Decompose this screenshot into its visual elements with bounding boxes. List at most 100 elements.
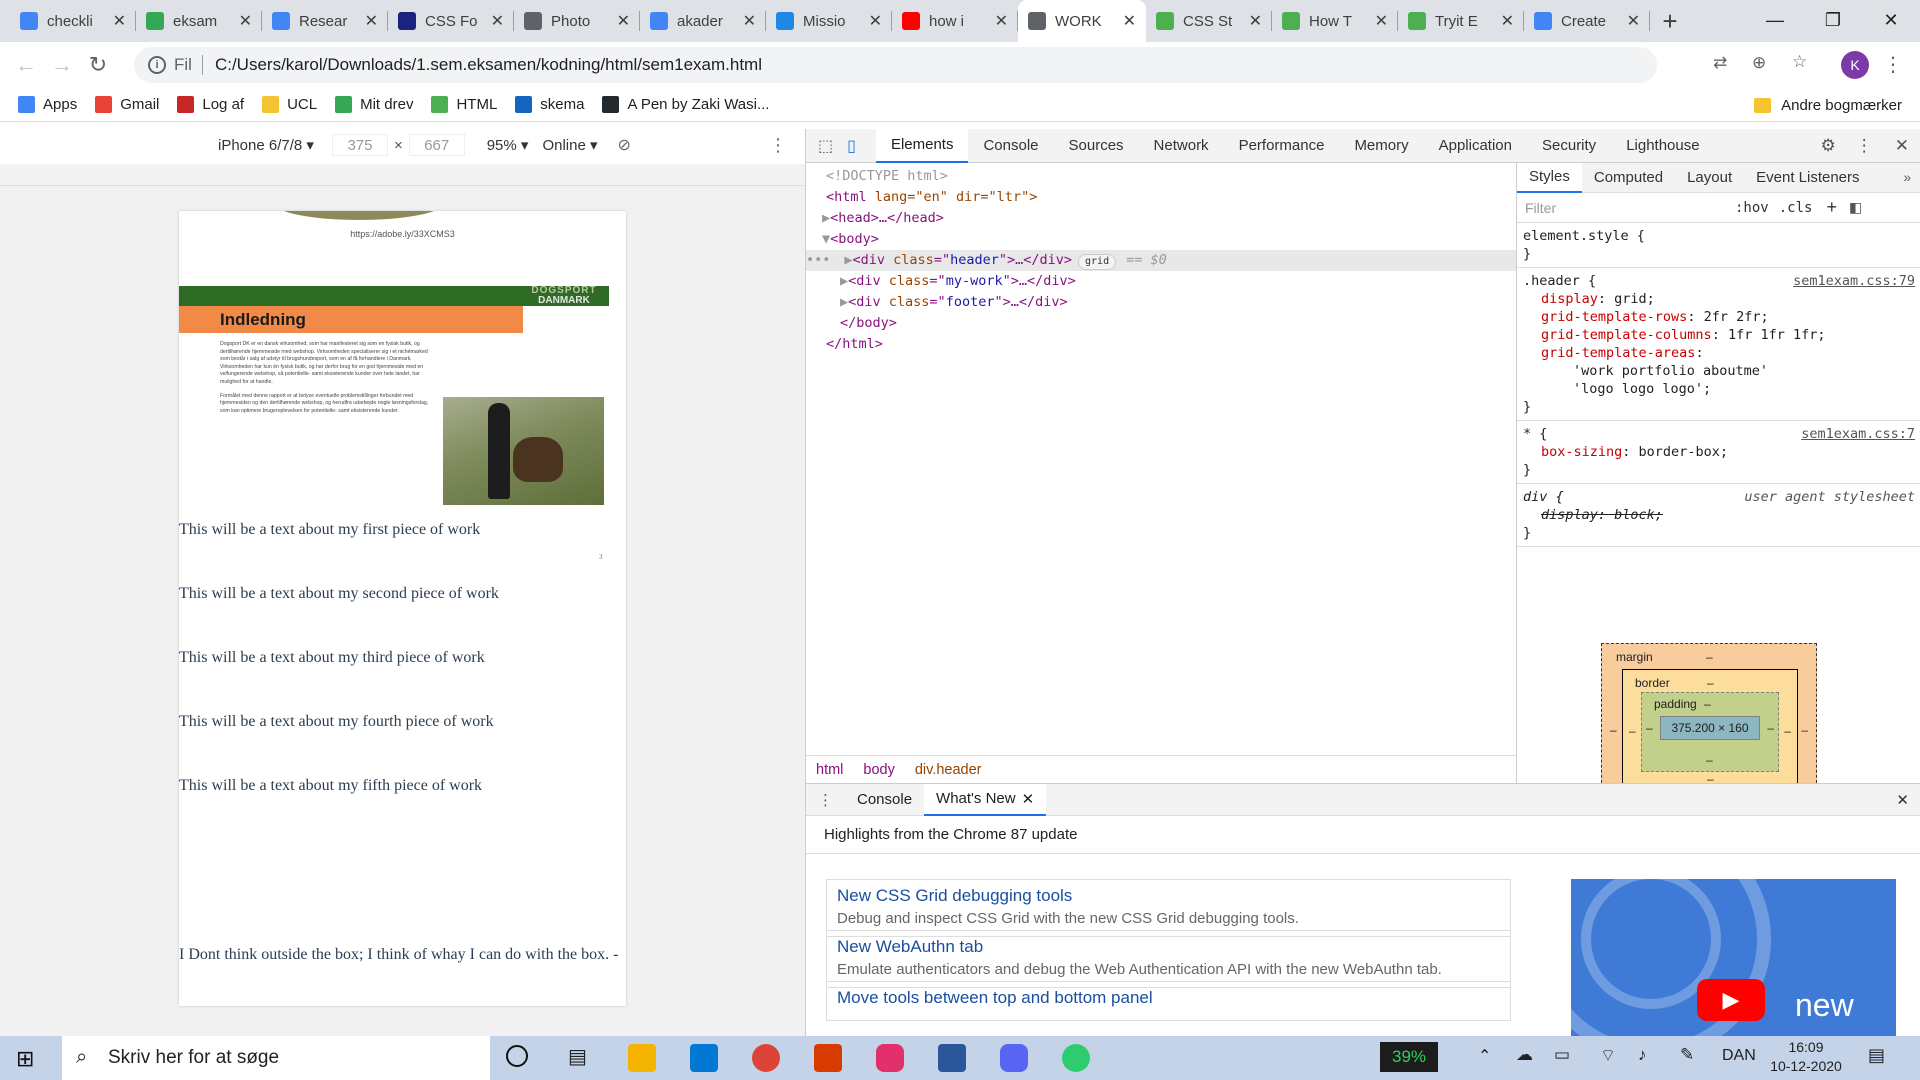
- bookmark-item[interactable]: A Pen by Zaki Wasi...: [602, 96, 769, 113]
- feature-title[interactable]: Move tools between top and bottom panel: [837, 988, 1500, 1008]
- styles-subtab[interactable]: Styles: [1517, 162, 1582, 193]
- profile-avatar[interactable]: K: [1841, 51, 1869, 79]
- css-property[interactable]: grid-template-rows: [1541, 309, 1687, 325]
- reload-icon[interactable]: ↻: [80, 47, 116, 83]
- css-value[interactable]: 2fr 2fr;: [1704, 309, 1769, 325]
- address-bar[interactable]: i Fil C:/Users/karol/Downloads/1.sem.eks…: [134, 47, 1657, 83]
- css-property[interactable]: display: [1541, 291, 1598, 307]
- universal-source-link[interactable]: sem1exam.css:7: [1801, 425, 1915, 443]
- drawer-tab-whats-new[interactable]: What's New ✕: [924, 783, 1047, 816]
- hov-toggle[interactable]: :hov: [1735, 200, 1769, 216]
- other-bookmarks[interactable]: Andre bogmærker: [1754, 88, 1902, 122]
- browser-menu-icon[interactable]: ⋮: [1883, 52, 1903, 77]
- whats-new-video[interactable]: ▶ new: [1571, 879, 1896, 1037]
- more-tabs-icon[interactable]: »: [1893, 170, 1920, 185]
- breadcrumb-item[interactable]: body: [853, 762, 904, 778]
- header-source-link[interactable]: sem1exam.css:79: [1793, 272, 1915, 290]
- prop-box-sizing[interactable]: box-sizing: [1541, 444, 1622, 460]
- tab-close-icon[interactable]: ✕: [617, 11, 630, 31]
- css-property[interactable]: grid-template-areas: [1541, 345, 1695, 361]
- url-text[interactable]: C:/Users/karol/Downloads/1.sem.eksamen/k…: [215, 55, 762, 75]
- bookmark-item[interactable]: skema: [515, 96, 584, 113]
- breadcrumb-item[interactable]: div.header: [905, 762, 992, 778]
- zoom-icon[interactable]: ⊕: [1752, 53, 1766, 73]
- close-drawer-icon[interactable]: ✕: [1884, 791, 1920, 809]
- battery-widget[interactable]: 39%: [1380, 1042, 1438, 1072]
- browser-tab[interactable]: WORK ✕: [1018, 0, 1146, 42]
- back-icon[interactable]: ←: [8, 47, 44, 83]
- settings-icon[interactable]: ⚙: [1811, 136, 1846, 156]
- device-menu-icon[interactable]: ⋮: [769, 135, 787, 156]
- tab-close-icon[interactable]: ✕: [239, 11, 252, 31]
- rule-element-style[interactable]: element.style {}: [1517, 223, 1920, 268]
- whats-new-item[interactable]: Move tools between top and bottom panel: [826, 981, 1511, 1021]
- drawer-tab-console[interactable]: Console: [845, 784, 924, 816]
- dom-html-close[interactable]: </html>: [806, 334, 1516, 355]
- tab-close-icon[interactable]: ✕: [869, 11, 882, 31]
- notifications-icon[interactable]: ▤: [1868, 1045, 1885, 1066]
- browser-tab[interactable]: Missio ✕: [766, 0, 892, 42]
- devtools-tab[interactable]: Sources: [1054, 129, 1139, 163]
- feature-title[interactable]: New CSS Grid debugging tools: [837, 886, 1500, 906]
- bookmark-item[interactable]: Apps: [18, 96, 77, 113]
- browser-tab[interactable]: Create ✕: [1524, 0, 1650, 42]
- volume-icon[interactable]: ♪: [1638, 1045, 1647, 1065]
- translate-icon[interactable]: ⇄: [1713, 53, 1727, 73]
- rule-div-ua[interactable]: div { user agent stylesheet display: blo…: [1517, 484, 1920, 547]
- device-height-input[interactable]: 667: [408, 134, 465, 156]
- media-query-ruler[interactable]: [0, 164, 805, 186]
- inspect-icon[interactable]: ⬚: [806, 136, 841, 156]
- browser-tab[interactable]: eksam ✕: [136, 0, 262, 42]
- css-declaration[interactable]: grid-template-columns: 1fr 1fr 1fr;: [1541, 326, 1915, 344]
- box-model[interactable]: margin – – – border – – – – padding – – …: [1601, 643, 1817, 794]
- device-width-input[interactable]: 375: [331, 134, 388, 156]
- devtools-tab[interactable]: Performance: [1224, 129, 1340, 163]
- file-explorer-icon[interactable]: [628, 1044, 656, 1072]
- bookmark-item[interactable]: Mit drev: [335, 96, 413, 113]
- mail-icon[interactable]: [690, 1044, 718, 1072]
- rule-universal[interactable]: * { sem1exam.css:7 box-sizing: border-bo…: [1517, 421, 1920, 484]
- network-select[interactable]: Online ▾: [542, 136, 597, 154]
- browser-tab[interactable]: Tryit E ✕: [1398, 0, 1524, 42]
- device-select[interactable]: iPhone 6/7/8 ▾: [218, 136, 314, 154]
- browser-tab[interactable]: akader ✕: [640, 0, 766, 42]
- wifi-icon[interactable]: ⌔: [1600, 1045, 1616, 1066]
- task-view-icon[interactable]: ▤: [568, 1044, 587, 1069]
- tab-close-icon[interactable]: ✕: [743, 11, 756, 31]
- browser-tab[interactable]: How T ✕: [1272, 0, 1398, 42]
- onedrive-icon[interactable]: ☁: [1516, 1045, 1533, 1065]
- more-icon[interactable]: •••: [806, 252, 830, 268]
- browser-tab[interactable]: CSS Fo ✕: [388, 0, 514, 42]
- dom-div-mywork[interactable]: ▶<div class="my-work">…</div>: [806, 271, 1516, 292]
- devtools-tab[interactable]: Application: [1424, 129, 1527, 163]
- css-declaration[interactable]: grid-template-areas:: [1541, 344, 1915, 362]
- play-icon[interactable]: ▶: [1697, 979, 1765, 1021]
- bookmark-item[interactable]: Gmail: [95, 96, 159, 113]
- bookmark-item[interactable]: UCL: [262, 96, 317, 113]
- tab-close-icon[interactable]: ✕: [1375, 11, 1388, 31]
- chrome-icon[interactable]: [752, 1044, 780, 1072]
- browser-tab[interactable]: how i ✕: [892, 0, 1018, 42]
- devtools-tab[interactable]: Console: [968, 129, 1053, 163]
- expand-arrow-icon[interactable]: ▶: [840, 294, 848, 310]
- bookmark-item[interactable]: Log af: [177, 96, 244, 113]
- styles-subtab[interactable]: Event Listeners: [1744, 163, 1871, 193]
- rule-header[interactable]: .header { sem1exam.css:79 display: grid;…: [1517, 268, 1920, 421]
- close-window-button[interactable]: ✕: [1862, 0, 1920, 40]
- devtools-tab[interactable]: Elements: [875, 128, 969, 163]
- tab-close-icon[interactable]: ✕: [113, 11, 126, 31]
- feature-title[interactable]: New WebAuthn tab: [837, 937, 1500, 957]
- office-icon[interactable]: [814, 1044, 842, 1072]
- browser-tab[interactable]: Photo ✕: [514, 0, 640, 42]
- zoom-select[interactable]: 95% ▾: [487, 136, 529, 154]
- tab-close-icon[interactable]: ✕: [995, 11, 1008, 31]
- browser-tab[interactable]: CSS St ✕: [1146, 0, 1272, 42]
- bookmark-item[interactable]: HTML: [431, 96, 497, 113]
- rotate-icon[interactable]: ⊘: [618, 135, 631, 155]
- word-icon[interactable]: [938, 1044, 966, 1072]
- windows-start-icon[interactable]: ⊞: [16, 1046, 34, 1072]
- drawer-menu-icon[interactable]: ⋮: [806, 791, 845, 809]
- clock[interactable]: 16:09 10-12-2020: [1766, 1038, 1846, 1076]
- star-icon[interactable]: ☆: [1792, 52, 1807, 72]
- browser-tab[interactable]: checkli ✕: [10, 0, 136, 42]
